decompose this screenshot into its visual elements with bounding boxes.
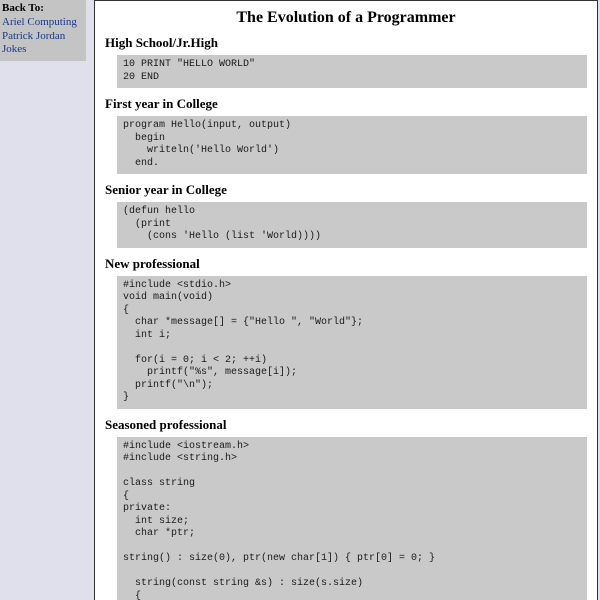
code-block: #include <iostream.h> #include <string.h… <box>117 437 587 600</box>
main-content: The Evolution of a Programmer High Schoo… <box>94 0 598 600</box>
sidebar-link-jokes[interactable]: Jokes <box>2 43 84 57</box>
code-block: (defun hello (print (cons 'Hello (list '… <box>117 202 587 248</box>
section-heading: New professional <box>105 256 587 272</box>
code-block: #include <stdio.h> void main(void) { cha… <box>117 276 587 409</box>
section-heading: High School/Jr.High <box>105 35 587 51</box>
code-block: 10 PRINT "HELLO WORLD" 20 END <box>117 55 587 88</box>
section-heading: Senior year in College <box>105 182 587 198</box>
sidebar: Back To: Ariel Computing Patrick Jordan … <box>0 0 86 61</box>
sidebar-link-ariel-computing[interactable]: Ariel Computing <box>2 16 84 30</box>
sidebar-heading: Back To: <box>2 2 44 14</box>
code-block: program Hello(input, output) begin write… <box>117 116 587 174</box>
section-heading: Seasoned professional <box>105 417 587 433</box>
sidebar-link-patrick-jordan[interactable]: Patrick Jordan <box>2 30 84 44</box>
section-heading: First year in College <box>105 96 587 112</box>
page-title: The Evolution of a Programmer <box>105 9 587 27</box>
